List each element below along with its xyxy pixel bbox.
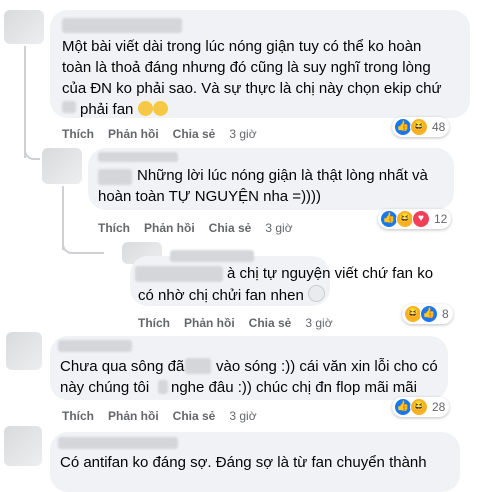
- avatar[interactable]: [4, 10, 44, 44]
- reaction-count: 28: [432, 400, 446, 414]
- commenter-name[interactable]: [98, 152, 178, 162]
- comment-line: toàn là thoả đáng nhưng đó cũng là suy n…: [62, 59, 431, 76]
- like-link[interactable]: Thích: [62, 409, 94, 423]
- reply-link[interactable]: Phản hồi: [108, 409, 159, 423]
- haha-reaction-icon: 😆: [410, 398, 428, 416]
- timestamp[interactable]: 3 giờ: [229, 409, 256, 423]
- comment-line: phải fan: [80, 100, 168, 120]
- reaction-summary[interactable]: 👍 😆 48: [392, 117, 450, 137]
- reaction-summary[interactable]: 😆 👍 8: [402, 304, 453, 324]
- share-link[interactable]: Chia sẻ: [173, 127, 216, 141]
- reaction-summary[interactable]: 👍 😆 ♥ 12: [378, 209, 452, 229]
- thread-connector: [62, 238, 104, 254]
- reaction-count: 8: [442, 307, 449, 321]
- commenter-name[interactable]: [58, 340, 132, 352]
- comment-text: phải fan: [80, 101, 134, 118]
- like-reaction-icon: 👍: [420, 305, 438, 323]
- reply-link[interactable]: Phản hồi: [184, 316, 235, 330]
- comment-line: này chúng tôi: [60, 379, 150, 396]
- like-link[interactable]: Thích: [98, 221, 130, 235]
- comment-line: hoàn toàn TỰ NGUYỆN nha =)))): [98, 188, 322, 205]
- sweat-emoji-icon: [308, 285, 325, 302]
- blurred-word: [62, 101, 76, 113]
- comment-text: có nhờ chị chửi fan nhen: [138, 287, 304, 304]
- blurred-word: [158, 380, 168, 394]
- avatar[interactable]: [4, 426, 42, 466]
- reaction-count: 48: [432, 120, 446, 134]
- timestamp[interactable]: 3 giờ: [305, 316, 332, 330]
- blurred-word: [98, 169, 132, 185]
- comment-line: Chưa qua sông đã: [60, 358, 185, 375]
- haha-reaction-icon: 😆: [410, 118, 428, 136]
- comment-line: của ĐN ko phải sao. Và sự thực là chị nà…: [62, 80, 442, 97]
- comment-actions: Thích Phản hồi Chia sẻ 3 giờ: [138, 316, 347, 330]
- comment-actions: Thích Phản hồi Chia sẻ 3 giờ: [62, 127, 271, 141]
- timestamp[interactable]: 3 giờ: [229, 127, 256, 141]
- timestamp[interactable]: 3 giờ: [265, 221, 292, 235]
- reply-link[interactable]: Phản hồi: [108, 127, 159, 141]
- comment-line: Có antifan ko đáng sợ. Đáng sợ là từ fan…: [60, 454, 427, 471]
- comment-actions: Thích Phản hồi Chia sẻ 3 giờ: [62, 409, 271, 423]
- thread-connector: [24, 144, 40, 160]
- comment-line: Một bài viết dài trong lúc nóng giận tuy…: [62, 38, 422, 55]
- comment-line: vào sóng :)) cái văn xin lỗi cho có: [216, 358, 438, 375]
- comment-line: Những lời lúc nóng giận là thật lòng nhấ…: [137, 167, 428, 184]
- comment-line: có nhờ chị chửi fan nhen: [138, 285, 325, 306]
- like-link[interactable]: Thích: [138, 316, 170, 330]
- share-link[interactable]: Chia sẻ: [249, 316, 292, 330]
- commenter-name[interactable]: [58, 437, 178, 449]
- share-link[interactable]: Chia sẻ: [209, 221, 252, 235]
- blurred-word: [185, 358, 211, 374]
- thread-line: [24, 46, 26, 158]
- avatar[interactable]: [42, 148, 82, 184]
- love-reaction-icon: ♥: [412, 210, 430, 228]
- reaction-summary[interactable]: 👍 😆 28: [392, 397, 450, 417]
- share-link[interactable]: Chia sẻ: [173, 409, 216, 423]
- like-link[interactable]: Thích: [62, 127, 94, 141]
- comment-line: nghe đâu :)) chúc chị đn flop mãi mãi: [171, 379, 417, 396]
- reaction-count: 12: [434, 212, 448, 226]
- comment-actions: Thích Phản hồi Chia sẻ 3 giờ: [98, 221, 307, 235]
- blurred-word: [135, 266, 223, 282]
- smile-emoji-icon: [152, 101, 168, 116]
- smile-emoji-icon: [137, 101, 153, 116]
- commenter-name[interactable]: [62, 18, 182, 33]
- reply-link[interactable]: Phản hồi: [144, 221, 195, 235]
- commenter-name[interactable]: [170, 250, 254, 262]
- avatar[interactable]: [6, 332, 42, 370]
- comment-line: à chị tự nguyện viết chứ fan ko: [227, 265, 434, 282]
